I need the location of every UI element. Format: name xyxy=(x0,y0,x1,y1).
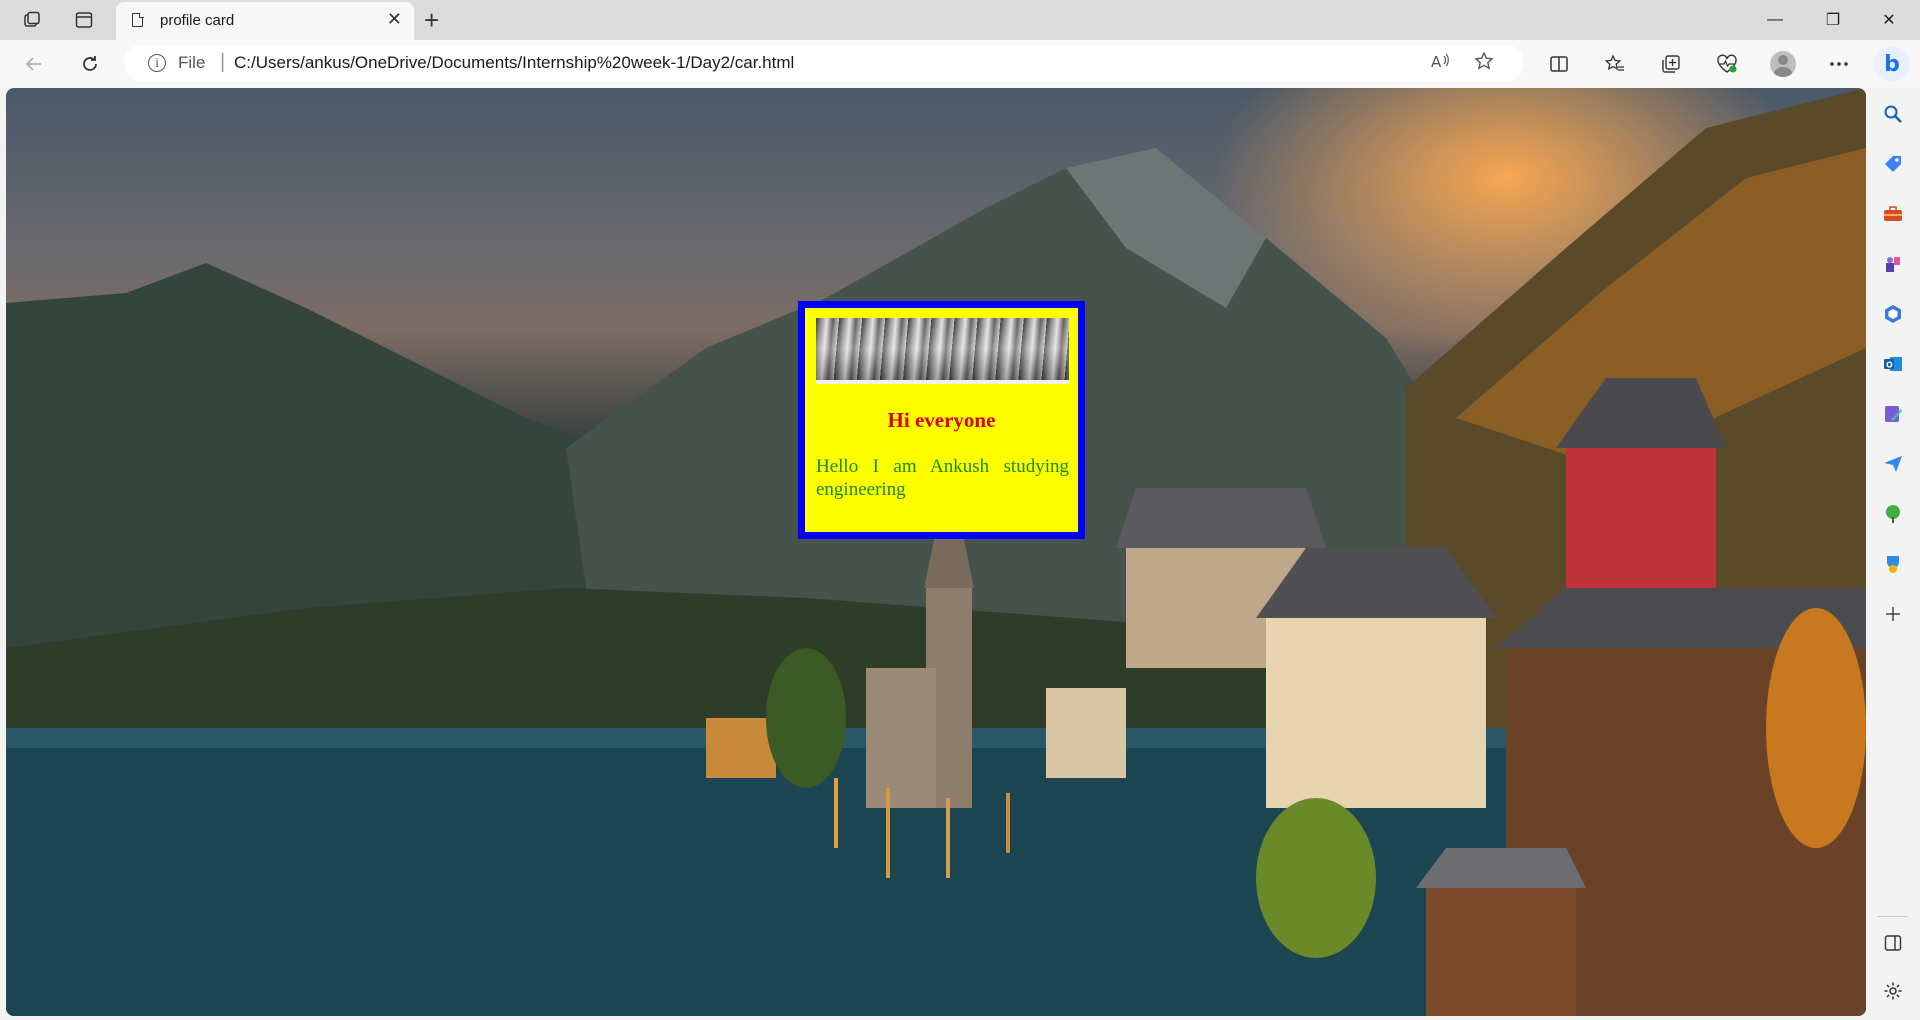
tab-title: profile card xyxy=(160,12,235,29)
info-icon[interactable]: i xyxy=(148,54,166,72)
url-text[interactable]: C:/Users/ankus/OneDrive/Documents/Intern… xyxy=(234,53,794,73)
close-tab-button[interactable]: ✕ xyxy=(387,9,402,30)
profile-icon[interactable] xyxy=(1770,51,1796,77)
browser-toolbar: i File | C:/Users/ankus/OneDrive/Documen… xyxy=(0,40,1920,88)
close-window-button[interactable]: ✕ xyxy=(1866,6,1912,34)
outlook-icon[interactable]: O xyxy=(1880,351,1906,377)
minimize-button[interactable]: — xyxy=(1752,6,1798,34)
read-aloud-icon[interactable]: A xyxy=(1430,51,1450,77)
more-icon[interactable] xyxy=(1824,50,1854,78)
edge-sidebar: O xyxy=(1866,88,1920,1020)
toolbox-icon[interactable] xyxy=(1880,201,1906,227)
heart-pulse-icon[interactable] xyxy=(1712,50,1742,78)
drop-icon[interactable] xyxy=(1880,551,1906,577)
new-tab-button[interactable]: + xyxy=(424,5,439,36)
designer-icon[interactable] xyxy=(1880,401,1906,427)
workspaces-icon[interactable] xyxy=(18,8,46,32)
back-arrow-icon[interactable] xyxy=(18,49,50,79)
copilot-icon[interactable]: b xyxy=(1874,46,1910,82)
document-icon xyxy=(132,12,144,27)
star-icon[interactable] xyxy=(1474,51,1494,77)
tag-icon[interactable] xyxy=(1880,151,1906,177)
address-separator: | xyxy=(220,51,226,73)
address-bar[interactable]: i File | C:/Users/ankus/OneDrive/Documen… xyxy=(124,45,1524,81)
profile-image xyxy=(816,318,1069,384)
games-icon[interactable] xyxy=(1880,251,1906,277)
settings-icon[interactable] xyxy=(1880,978,1906,1004)
tree-icon[interactable] xyxy=(1880,501,1906,527)
office-icon[interactable] xyxy=(1880,301,1906,327)
scheme-label: File xyxy=(178,53,206,72)
card-description: Hello I am Ankush studying engineering xyxy=(816,456,1069,500)
title-bar: profile card ✕ + — ❐ ✕ xyxy=(0,0,1920,40)
card-heading: Hi everyone xyxy=(887,408,996,432)
svg-text:A: A xyxy=(1431,53,1442,71)
search-icon[interactable] xyxy=(1880,101,1906,127)
add-icon[interactable] xyxy=(1880,601,1906,627)
landscape-background xyxy=(6,88,1866,1016)
favorites-icon[interactable] xyxy=(1600,50,1630,78)
tab-actions-icon[interactable] xyxy=(70,8,98,32)
send-icon[interactable] xyxy=(1880,451,1906,477)
maximize-button[interactable]: ❐ xyxy=(1810,6,1856,34)
svg-text:O: O xyxy=(1886,361,1893,370)
sidebar-toggle-icon[interactable] xyxy=(1880,930,1906,956)
refresh-icon[interactable] xyxy=(74,49,106,79)
page-viewport: Hi everyone Hello I am Ankush studying e… xyxy=(6,88,1866,1016)
tab-profile-card[interactable]: profile card ✕ xyxy=(116,2,414,40)
profile-card: Hi everyone Hello I am Ankush studying e… xyxy=(798,301,1085,539)
sidebar-divider xyxy=(1878,916,1908,917)
collections-icon[interactable] xyxy=(1656,50,1686,78)
split-screen-icon[interactable] xyxy=(1544,50,1574,78)
